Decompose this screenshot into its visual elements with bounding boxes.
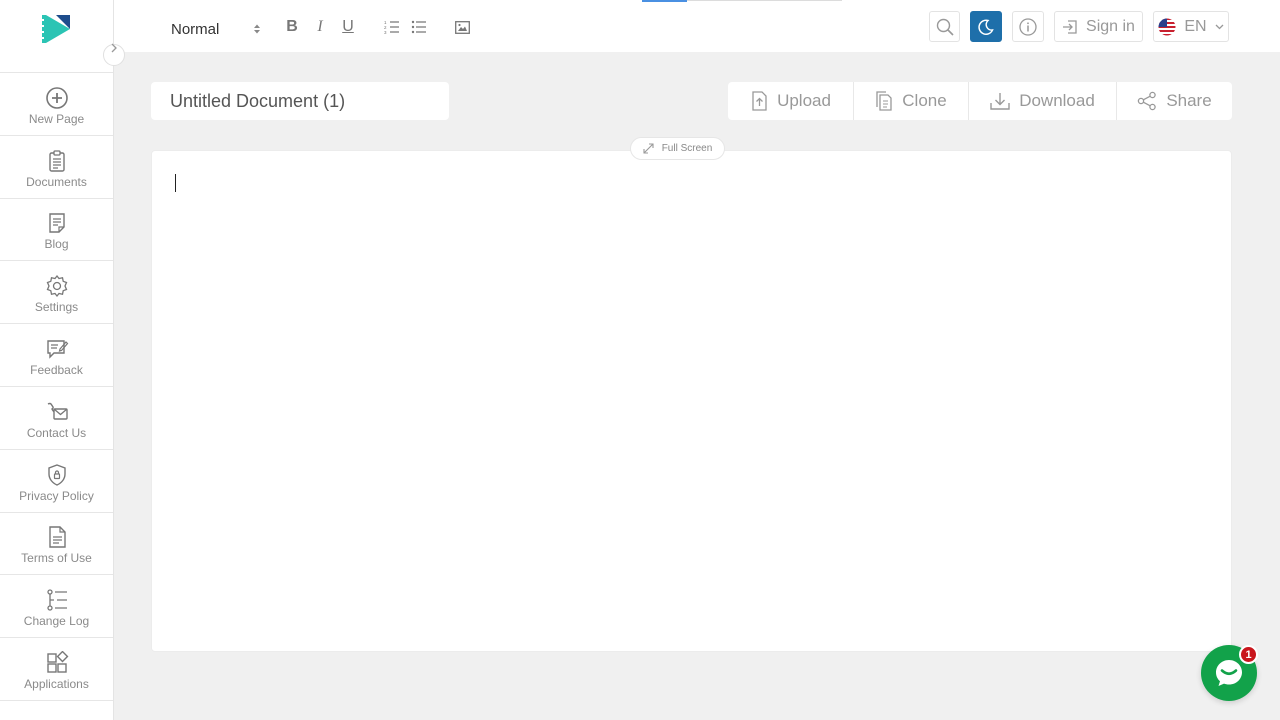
upload-label: Upload xyxy=(777,91,831,110)
list-icon xyxy=(46,589,67,611)
share-label: Share xyxy=(1166,91,1212,110)
upload-button[interactable]: Upload xyxy=(728,82,854,120)
language-label: EN xyxy=(1184,17,1207,35)
sidebar-item-change-log[interactable]: Change Log xyxy=(0,575,113,639)
sidebar-item-label: Settings xyxy=(34,300,79,315)
feedback-icon xyxy=(46,340,68,359)
blog-icon xyxy=(48,213,65,234)
sidebar: New Page Documents Blog Settings Feedbac… xyxy=(0,0,125,720)
image-icon xyxy=(454,20,470,34)
underline-button[interactable]: U xyxy=(338,17,358,37)
document-title-text: Untitled Document (1) xyxy=(170,90,346,111)
share-button[interactable]: Share xyxy=(1117,82,1232,120)
bold-button[interactable]: B xyxy=(282,17,302,37)
clone-button[interactable]: Clone xyxy=(854,82,969,120)
apps-icon xyxy=(46,651,68,673)
bullet-list-icon xyxy=(411,20,426,34)
document-title[interactable]: Untitled Document (1) xyxy=(151,82,449,120)
sidebar-item-blog[interactable]: Blog xyxy=(0,199,113,262)
italic-glyph: I xyxy=(317,18,323,35)
bullet-list-button[interactable] xyxy=(409,17,429,37)
sidebar-item-label: Privacy Policy xyxy=(19,488,94,503)
sidebar-item-label: Contact Us xyxy=(26,425,87,440)
sign-in-label: Sign in xyxy=(1086,17,1135,35)
sidebar-item-applications[interactable]: Applications xyxy=(0,638,113,701)
updown-arrow-icon xyxy=(254,24,260,34)
document-editor[interactable] xyxy=(151,150,1232,652)
sidebar-item-feedback[interactable]: Feedback xyxy=(0,324,113,387)
moon-icon xyxy=(978,18,994,35)
sidebar-item-label: New Page xyxy=(28,111,85,126)
sidebar-item-label: Applications xyxy=(24,677,89,692)
logo-area xyxy=(0,0,125,73)
text-format-select[interactable]: Normal xyxy=(171,19,261,39)
search-button[interactable] xyxy=(929,11,960,42)
us-flag-icon xyxy=(1158,18,1176,35)
sidebar-item-new-page[interactable]: New Page xyxy=(0,73,113,136)
share-icon xyxy=(1138,91,1157,111)
italic-button[interactable]: I xyxy=(310,17,330,37)
expand-icon xyxy=(643,143,654,154)
clone-icon xyxy=(876,91,892,111)
loading-indicator xyxy=(642,0,687,2)
text-format-value: Normal xyxy=(171,20,220,38)
plus-circle-icon xyxy=(45,87,68,109)
gear-icon xyxy=(46,275,67,298)
insert-image-button[interactable] xyxy=(452,17,472,37)
clipboard-icon xyxy=(48,150,65,172)
chat-bubble-icon xyxy=(1216,660,1242,686)
dark-mode-toggle[interactable] xyxy=(970,11,1002,42)
sidebar-item-documents[interactable]: Documents xyxy=(0,136,113,199)
download-icon xyxy=(990,93,1010,110)
upload-icon xyxy=(752,91,767,111)
full-screen-label: Full Screen xyxy=(661,143,713,154)
sidebar-item-label: Terms of Use xyxy=(21,551,92,566)
search-icon xyxy=(936,18,954,36)
sidebar-item-privacy-policy[interactable]: Privacy Policy xyxy=(0,450,113,513)
full-screen-button[interactable]: Full Screen xyxy=(630,137,725,160)
download-button[interactable]: Download xyxy=(969,82,1117,120)
sidebar-item-label: Blog xyxy=(44,237,69,252)
sidebar-expand-button[interactable] xyxy=(103,43,125,66)
clone-label: Clone xyxy=(902,91,947,110)
chevron-down-icon xyxy=(1215,24,1224,29)
svg-text:3: 3 xyxy=(384,30,387,34)
app-logo-icon xyxy=(41,15,70,43)
sidebar-item-contact-us[interactable]: Contact Us xyxy=(0,387,113,450)
underline-glyph: U xyxy=(342,18,354,35)
sign-in-button[interactable]: Sign in xyxy=(1054,11,1143,42)
info-icon xyxy=(1019,17,1037,36)
ordered-list-icon: 123 xyxy=(384,20,399,34)
sidebar-item-settings[interactable]: Settings xyxy=(0,261,113,325)
top-toolbar: Normal B I U 123 Sign in EN xyxy=(114,0,1280,52)
language-select[interactable]: EN xyxy=(1153,11,1229,42)
sidebar-item-terms-of-use[interactable]: Terms of Use xyxy=(0,513,113,576)
contact-icon xyxy=(47,402,68,420)
text-cursor xyxy=(175,174,176,192)
download-label: Download xyxy=(1019,91,1095,110)
sidebar-item-label: Documents xyxy=(26,174,87,189)
shield-icon xyxy=(47,463,66,486)
document-icon xyxy=(48,526,66,549)
document-actions: Upload Clone Download Share xyxy=(728,82,1232,120)
loading-track xyxy=(687,0,842,1)
chat-notification-badge: 1 xyxy=(1239,645,1258,664)
sidebar-item-label: Feedback xyxy=(30,363,83,378)
ordered-list-button[interactable]: 123 xyxy=(382,17,402,37)
chevron-right-icon xyxy=(111,43,117,53)
bold-glyph: B xyxy=(286,18,298,35)
sign-in-icon xyxy=(1063,19,1077,34)
info-button[interactable] xyxy=(1012,11,1044,42)
sidebar-item-label: Change Log xyxy=(23,614,90,629)
